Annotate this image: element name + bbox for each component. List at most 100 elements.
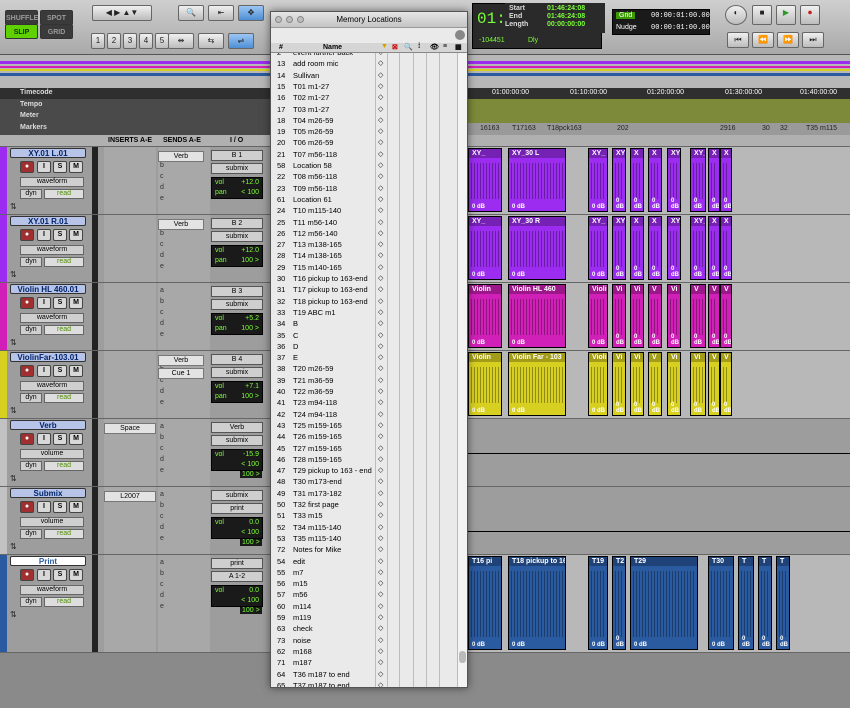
location-name[interactable]: T24 m94-118 [293, 409, 337, 420]
grid-mode-button[interactable]: GRID [40, 24, 73, 39]
solo-button[interactable]: S [53, 297, 67, 309]
location-name[interactable]: T10 m115-140 [293, 205, 341, 216]
automation-mode-selector[interactable]: read [44, 257, 84, 267]
audio-clip[interactable]: X 0 dB [720, 216, 732, 280]
record-enable-button[interactable]: ● [20, 229, 34, 241]
audio-clip[interactable]: T2 0 dB [612, 556, 626, 650]
input-selector[interactable]: B 4 [211, 354, 263, 365]
timecode-ruler-label[interactable]: Timecode [20, 89, 53, 96]
location-name[interactable]: T05 m26-59 [293, 126, 333, 137]
input-selector[interactable]: print [211, 558, 263, 569]
location-name[interactable]: m114 [293, 601, 311, 612]
track-view-selector[interactable]: volume [20, 517, 84, 527]
mute-button[interactable]: M [69, 229, 83, 241]
memory-location-row[interactable]: 43 T25 m159-165 ◇ [271, 420, 457, 431]
memory-location-row[interactable]: 34 B ◇ [271, 318, 457, 329]
location-name[interactable]: event further back [293, 53, 353, 58]
location-name[interactable]: m168 [293, 646, 312, 657]
grid-value[interactable]: 00:00:01:00.00 [651, 12, 710, 20]
location-name[interactable]: m56 [293, 589, 308, 600]
audio-clip[interactable]: V 0 dB [708, 352, 720, 416]
track-view-selector[interactable]: waveform [20, 245, 84, 255]
audio-clip[interactable]: V 0 dB [708, 284, 720, 348]
audio-clip[interactable]: X 0 dB [648, 216, 662, 280]
location-name[interactable]: T08 m56-118 [293, 171, 337, 182]
dyn-button[interactable]: dyn [20, 461, 42, 471]
edit-cursor-icon[interactable]: ⇹ [168, 33, 194, 49]
volume-pan-display[interactable]: vol +7.1 pan 100 > [211, 381, 263, 403]
volume-automation-line[interactable] [468, 531, 850, 532]
audio-clip[interactable]: V 0 dB [720, 284, 732, 348]
memory-location-row[interactable]: 21 T07 m56-118 ◇ [271, 149, 457, 160]
rewind-icon[interactable]: ⏪ [752, 32, 774, 48]
location-name[interactable]: T17 pickup to 163-end [293, 284, 368, 295]
volume-pan-display[interactable]: vol +12.0 pan < 100 [211, 177, 263, 199]
memory-location-row[interactable]: 47 T29 pickup to 163 - end ◇ [271, 465, 457, 476]
audio-clip[interactable]: Vi 0 dB [630, 352, 644, 416]
location-name[interactable]: E [293, 352, 298, 363]
memory-location-row[interactable]: 19 T05 m26-59 ◇ [271, 126, 457, 137]
audio-clip[interactable]: V 0 dB [690, 284, 706, 348]
location-name[interactable]: T30 m173-end [293, 476, 342, 487]
location-name[interactable]: T07 m56-118 [293, 149, 337, 160]
pan-right-value[interactable]: 100 > [240, 539, 262, 546]
mute-button[interactable]: M [69, 365, 83, 377]
audio-clip[interactable]: T 0 dB [738, 556, 754, 650]
audio-clip[interactable]: XY_ 0 dB [690, 148, 706, 212]
playlist-icon[interactable]: ⇅ [10, 270, 17, 279]
audio-clip[interactable]: XY_30 R 0 dB [508, 216, 566, 280]
memory-location-row[interactable]: 39 T21 m36-59 ◇ [271, 375, 457, 386]
record-button[interactable]: ⏺ [800, 5, 820, 25]
pan-value[interactable]: < 100 [241, 188, 259, 198]
location-name[interactable]: T16 pickup to 163-end [293, 273, 368, 284]
stop-button[interactable]: ■ [752, 5, 772, 25]
memory-location-row[interactable]: 13 add room mic ◇ [271, 58, 457, 69]
solo-button[interactable]: S [53, 433, 67, 445]
mute-button[interactable]: M [69, 297, 83, 309]
memory-location-row[interactable]: 36 D ◇ [271, 341, 457, 352]
memory-location-row[interactable]: 73 noise ◇ [271, 635, 457, 646]
minimize-icon[interactable] [286, 16, 293, 23]
memory-location-row[interactable]: 42 T24 m94-118 ◇ [271, 409, 457, 420]
marker[interactable]: T18pck163 [547, 125, 582, 132]
memory-location-row[interactable]: 57 m56 ◇ [271, 589, 457, 600]
volume-value[interactable]: +5.2 [245, 314, 259, 324]
audio-clip[interactable]: Violin 0 dB [468, 284, 502, 348]
location-name[interactable]: Notes for Mike [293, 544, 341, 555]
location-name[interactable]: m119 [293, 612, 311, 623]
location-name[interactable]: Location 58 [293, 160, 332, 171]
location-name[interactable]: T25 m159-165 [293, 420, 342, 431]
memory-location-row[interactable]: 17 T03 m1-27 ◇ [271, 104, 457, 115]
volume-pan-display[interactable]: vol 0.0 < 100 [211, 585, 263, 607]
location-name[interactable]: add room mic [293, 58, 338, 69]
dyn-button[interactable]: dyn [20, 393, 42, 403]
input-selector[interactable]: B 3 [211, 286, 263, 297]
memory-location-row[interactable]: 20 T06 m26-59 ◇ [271, 137, 457, 148]
start-value[interactable]: 01:46:24:08 [547, 5, 585, 12]
memory-location-row[interactable]: 22 T08 m56-118 ◇ [271, 171, 457, 182]
playlist-icon[interactable]: ⇅ [10, 338, 17, 347]
markers-ruler-label[interactable]: Markers [20, 124, 47, 131]
volume-pan-display[interactable]: vol +12.0 pan 100 > [211, 245, 263, 267]
marker[interactable]: T17163 [512, 125, 536, 132]
name-column-header[interactable]: Name [323, 44, 342, 51]
insert-slot[interactable]: L2007 [104, 491, 156, 502]
memory-location-row[interactable]: 15 T01 m1-27 ◇ [271, 81, 457, 92]
volume-value[interactable]: +12.0 [241, 178, 259, 188]
memory-location-row[interactable]: 63 check ◇ [271, 623, 457, 634]
audio-clip[interactable]: X 0 dB [708, 216, 720, 280]
location-name[interactable]: T27 m159-165 [293, 443, 342, 454]
memory-list-scrollbar[interactable] [457, 53, 467, 687]
audio-clip[interactable]: T18 pickup to 16 0 dB [508, 556, 566, 650]
audio-clip[interactable]: T29 0 dB [630, 556, 698, 650]
nudge-value[interactable]: 00:00:01:00.00 [651, 24, 710, 32]
memory-location-row[interactable]: 26 T12 m56-140 ◇ [271, 228, 457, 239]
location-name[interactable]: B [293, 318, 298, 329]
zoom-preset-3[interactable]: 3 [123, 33, 137, 49]
dyn-button[interactable]: dyn [20, 189, 42, 199]
memory-location-row[interactable]: 59 m119 ◇ [271, 612, 457, 623]
memory-location-row[interactable]: 29 T15 m140-165 ◇ [271, 262, 457, 273]
dyn-button[interactable]: dyn [20, 325, 42, 335]
volume-pan-display[interactable]: vol 0.0 < 100 [211, 517, 263, 539]
track-view-selector[interactable]: waveform [20, 585, 84, 595]
